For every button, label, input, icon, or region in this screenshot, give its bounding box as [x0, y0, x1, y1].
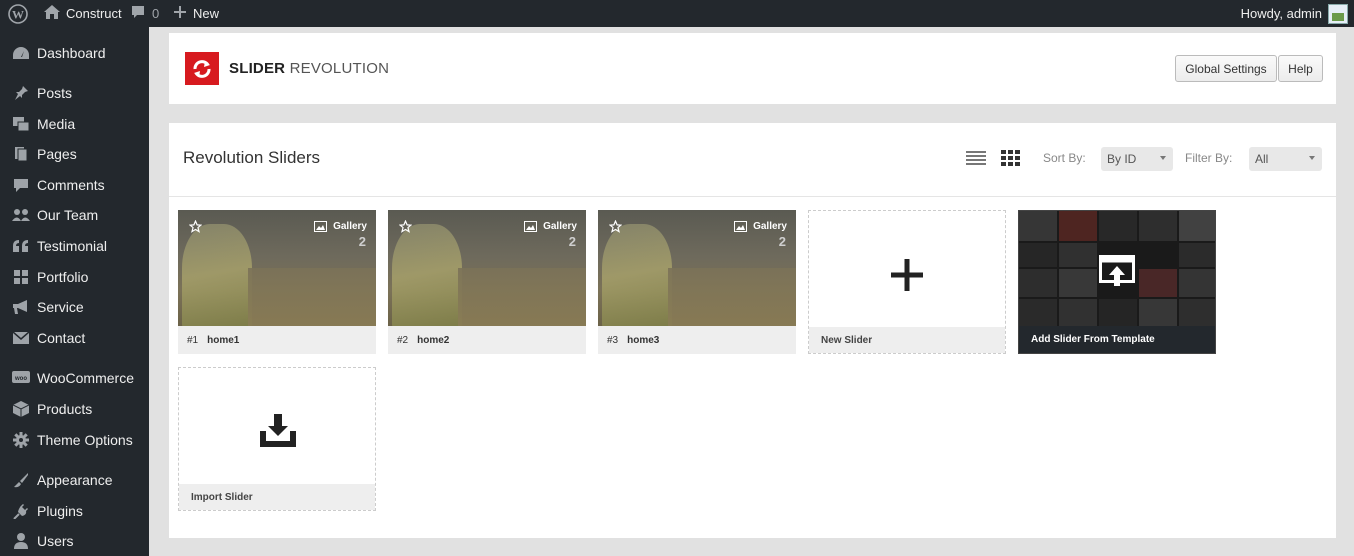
download-import-icon	[259, 414, 297, 453]
filter-by-label: Filter By:	[1185, 151, 1233, 165]
quote-icon	[12, 237, 30, 255]
svg-text:W: W	[12, 7, 24, 21]
import-slider-label: Import Slider	[179, 484, 375, 510]
sidebar-item-theme-options[interactable]: Theme Options	[0, 425, 149, 455]
new-slider-label: New Slider	[809, 327, 1005, 353]
new-label: New	[193, 6, 220, 21]
slider-type-label: Gallery	[543, 221, 577, 232]
avatar	[1328, 3, 1348, 24]
site-name: Construct	[66, 6, 122, 21]
slide-count: 2	[358, 234, 366, 249]
add-slider-from-template-label: Add Slider From Template	[1019, 326, 1215, 353]
slider-id: #3	[607, 334, 619, 346]
filter-by-value: All	[1255, 152, 1269, 166]
upload-template-icon	[1099, 255, 1135, 292]
account-menu[interactable]: Howdy, admin	[1241, 0, 1348, 27]
sidebar-item-contact[interactable]: Contact	[0, 323, 149, 353]
sidebar-item-portfolio[interactable]: Portfolio	[0, 262, 149, 292]
grid-icon	[12, 268, 30, 286]
filter-by-select[interactable]: All	[1249, 147, 1322, 171]
sort-by-value: By ID	[1107, 152, 1137, 166]
slider-type-label: Gallery	[753, 221, 787, 232]
plus-icon	[890, 258, 924, 297]
chevron-down-icon	[1160, 156, 1166, 160]
grid-view-icon[interactable]	[1001, 150, 1021, 171]
sort-by-label: Sort By:	[1043, 151, 1086, 165]
admin-bar: W Construct 0 New Howdy, admin	[0, 0, 1354, 27]
sort-by-select[interactable]: By ID	[1101, 147, 1173, 171]
slider-card-home2[interactable]: Gallery 2 #2 home2	[388, 210, 586, 354]
megaphone-icon	[12, 298, 30, 316]
slider-type-label: Gallery	[333, 221, 367, 232]
help-button[interactable]: Help	[1278, 55, 1323, 82]
add-slider-from-template-card[interactable]: Add Slider From Template	[1018, 210, 1216, 354]
star-favorite-icon[interactable]	[188, 219, 203, 238]
refresh-logo-icon	[185, 52, 219, 85]
dashboard-icon	[12, 44, 30, 62]
comments-link[interactable]: 0	[131, 0, 159, 27]
svg-text:woo: woo	[14, 376, 27, 382]
user-icon	[12, 532, 30, 550]
new-content-link[interactable]: New	[174, 0, 219, 27]
chevron-down-icon	[1309, 156, 1315, 160]
team-icon	[12, 206, 30, 224]
slider-id: #2	[397, 334, 409, 346]
box-icon	[12, 400, 30, 418]
slide-count: 2	[778, 234, 786, 249]
revolution-sliders-panel: Revolution Sliders Sort By: By ID Filter…	[169, 123, 1336, 538]
pin-icon	[12, 84, 30, 102]
sidebar-item-users[interactable]: Users	[0, 526, 149, 556]
plug-icon	[12, 502, 30, 520]
global-settings-button[interactable]: Global Settings	[1175, 55, 1277, 82]
woo-icon: woo	[12, 369, 30, 387]
import-slider-card[interactable]: Import Slider	[178, 367, 376, 511]
wordpress-logo-icon[interactable]: W	[8, 0, 28, 27]
pages-icon	[12, 145, 30, 163]
site-name-link[interactable]: Construct	[44, 0, 122, 27]
comments-icon	[12, 176, 30, 194]
slider-card-home3[interactable]: Gallery 2 #3 home3	[598, 210, 796, 354]
new-slider-card[interactable]: New Slider	[808, 210, 1006, 354]
star-favorite-icon[interactable]	[398, 219, 413, 238]
sidebar-item-our-team[interactable]: Our Team	[0, 200, 149, 230]
sidebar-item-posts[interactable]: Posts	[0, 78, 149, 108]
media-icon	[12, 115, 30, 133]
slider-name: home3	[627, 334, 660, 346]
list-view-icon[interactable]	[966, 150, 986, 171]
sidebar-item-comments[interactable]: Comments	[0, 170, 149, 200]
brush-icon	[12, 471, 30, 489]
image-gallery-icon	[734, 221, 748, 232]
slider-card-home1[interactable]: Gallery 2 #1 home1	[178, 210, 376, 354]
home-icon	[44, 5, 60, 22]
divider	[169, 196, 1336, 197]
gear-icon	[12, 431, 30, 449]
admin-sidebar: Dashboard Posts Media Pages Comments Our…	[0, 27, 149, 556]
sidebar-item-service[interactable]: Service	[0, 292, 149, 322]
sidebar-item-dashboard[interactable]: Dashboard	[0, 38, 149, 68]
comments-count: 0	[152, 6, 160, 21]
slider-name: home1	[207, 334, 240, 346]
slider-id: #1	[187, 334, 199, 346]
sidebar-item-pages[interactable]: Pages	[0, 139, 149, 169]
star-favorite-icon[interactable]	[608, 219, 623, 238]
howdy-text: Howdy, admin	[1240, 6, 1322, 21]
image-gallery-icon	[314, 221, 328, 232]
slider-revolution-logo: SLIDER REVOLUTION	[185, 52, 389, 85]
slider-revolution-header: SLIDER REVOLUTION Global Settings Help	[169, 33, 1336, 104]
comment-bubble-icon	[131, 5, 145, 22]
slide-count: 2	[568, 234, 576, 249]
sidebar-item-media[interactable]: Media	[0, 109, 149, 139]
sidebar-item-products[interactable]: Products	[0, 394, 149, 424]
page-title: Revolution Sliders	[183, 148, 321, 167]
image-gallery-icon	[524, 221, 538, 232]
sidebar-item-appearance[interactable]: Appearance	[0, 465, 149, 495]
sidebar-item-testimonial[interactable]: Testimonial	[0, 231, 149, 261]
logo-light-text: REVOLUTION	[289, 60, 390, 77]
logo-bold-text: SLIDER	[229, 60, 286, 77]
slider-name: home2	[417, 334, 450, 346]
mail-icon	[12, 329, 30, 347]
sidebar-item-woocommerce[interactable]: woo WooCommerce	[0, 363, 149, 393]
sidebar-item-plugins[interactable]: Plugins	[0, 496, 149, 526]
plus-icon	[174, 6, 186, 21]
